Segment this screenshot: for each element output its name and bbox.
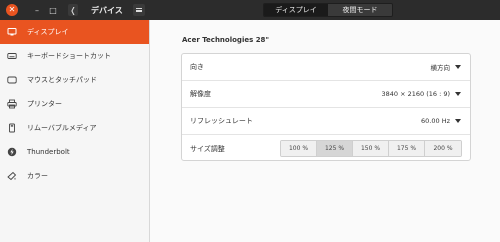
minimize-icon: –	[35, 5, 39, 15]
refresh-rate-value: 60.00 Hz	[421, 117, 450, 125]
close-button[interactable]: ✕	[6, 4, 18, 16]
color-icon	[7, 171, 17, 181]
header-title: デバイス	[91, 6, 123, 15]
maximize-icon: □	[49, 5, 57, 15]
sidebar-item-removable-media[interactable]: リムーバブルメディア	[0, 116, 149, 140]
display-icon	[7, 27, 17, 37]
keyboard-icon	[7, 51, 17, 61]
sidebar-item-label: プリンター	[27, 100, 62, 108]
scale-label: サイズ調整	[190, 144, 225, 153]
sidebar-item-printers[interactable]: プリンター	[0, 92, 149, 116]
menu-button[interactable]	[133, 4, 145, 16]
dropdown-arrow-icon	[455, 119, 461, 123]
scale-option-175[interactable]: 175 %	[389, 141, 425, 156]
sidebar-item-color[interactable]: カラー	[0, 164, 149, 188]
sidebar: ディスプレイ キーボードショートカット マウスとタッチパッド プリンター リムー…	[0, 20, 150, 242]
resolution-value: 3840 × 2160 (16 : 9)	[381, 90, 450, 98]
header-bar: ✕ – □ ❬ デバイス ディスプレイ 夜間モード	[0, 0, 500, 20]
refresh-rate-label: リフレッシュレート	[190, 117, 253, 125]
sidebar-item-keyboard-shortcuts[interactable]: キーボードショートカット	[0, 44, 149, 68]
sidebar-item-thunderbolt[interactable]: Thunderbolt	[0, 140, 149, 164]
orientation-row[interactable]: 向き 横方向	[182, 54, 470, 81]
resolution-label: 解像度	[190, 90, 211, 98]
scale-option-125[interactable]: 125 %	[317, 141, 353, 156]
sidebar-item-label: マウスとタッチパッド	[27, 76, 97, 84]
chevron-left-icon: ❬	[69, 5, 77, 15]
printer-icon	[7, 99, 17, 109]
maximize-button[interactable]: □	[46, 3, 60, 17]
orientation-label: 向き	[190, 63, 204, 71]
sidebar-item-mouse-touchpad[interactable]: マウスとタッチパッド	[0, 68, 149, 92]
close-icon: ✕	[8, 5, 16, 14]
mouse-icon	[7, 75, 17, 85]
scale-option-150[interactable]: 150 %	[353, 141, 389, 156]
sidebar-item-label: カラー	[27, 172, 48, 180]
scale-option-100[interactable]: 100 %	[281, 141, 317, 156]
resolution-row[interactable]: 解像度 3840 × 2160 (16 : 9)	[182, 81, 470, 108]
refresh-rate-row[interactable]: リフレッシュレート 60.00 Hz	[182, 108, 470, 135]
tab-night-mode[interactable]: 夜間モード	[328, 4, 392, 16]
back-button[interactable]: ❬	[68, 4, 78, 16]
sidebar-item-label: Thunderbolt	[27, 148, 70, 156]
dropdown-arrow-icon	[455, 65, 461, 69]
orientation-value: 横方向	[430, 64, 451, 72]
display-settings-panel: 向き 横方向 解像度 3840 × 2160 (16 : 9) リフレッシュレー…	[181, 53, 471, 161]
scale-options: 100 % 125 % 150 % 175 % 200 %	[280, 140, 462, 157]
minimize-button[interactable]: –	[30, 3, 44, 17]
tab-display[interactable]: ディスプレイ	[264, 4, 328, 16]
scale-option-200[interactable]: 200 %	[425, 141, 461, 156]
sidebar-item-label: リムーバブルメディア	[27, 124, 97, 132]
thunderbolt-icon	[7, 147, 17, 157]
view-switcher: ディスプレイ 夜間モード	[263, 3, 393, 17]
sidebar-item-label: キーボードショートカット	[27, 52, 111, 60]
sidebar-item-label: ディスプレイ	[27, 28, 69, 36]
sidebar-item-display[interactable]: ディスプレイ	[0, 20, 149, 44]
dropdown-arrow-icon	[455, 92, 461, 96]
removable-media-icon	[7, 123, 17, 133]
hamburger-icon	[136, 8, 142, 12]
scale-row: サイズ調整 100 % 125 % 150 % 175 % 200 %	[182, 135, 470, 162]
monitor-name: Acer Technologies 28"	[182, 36, 270, 44]
